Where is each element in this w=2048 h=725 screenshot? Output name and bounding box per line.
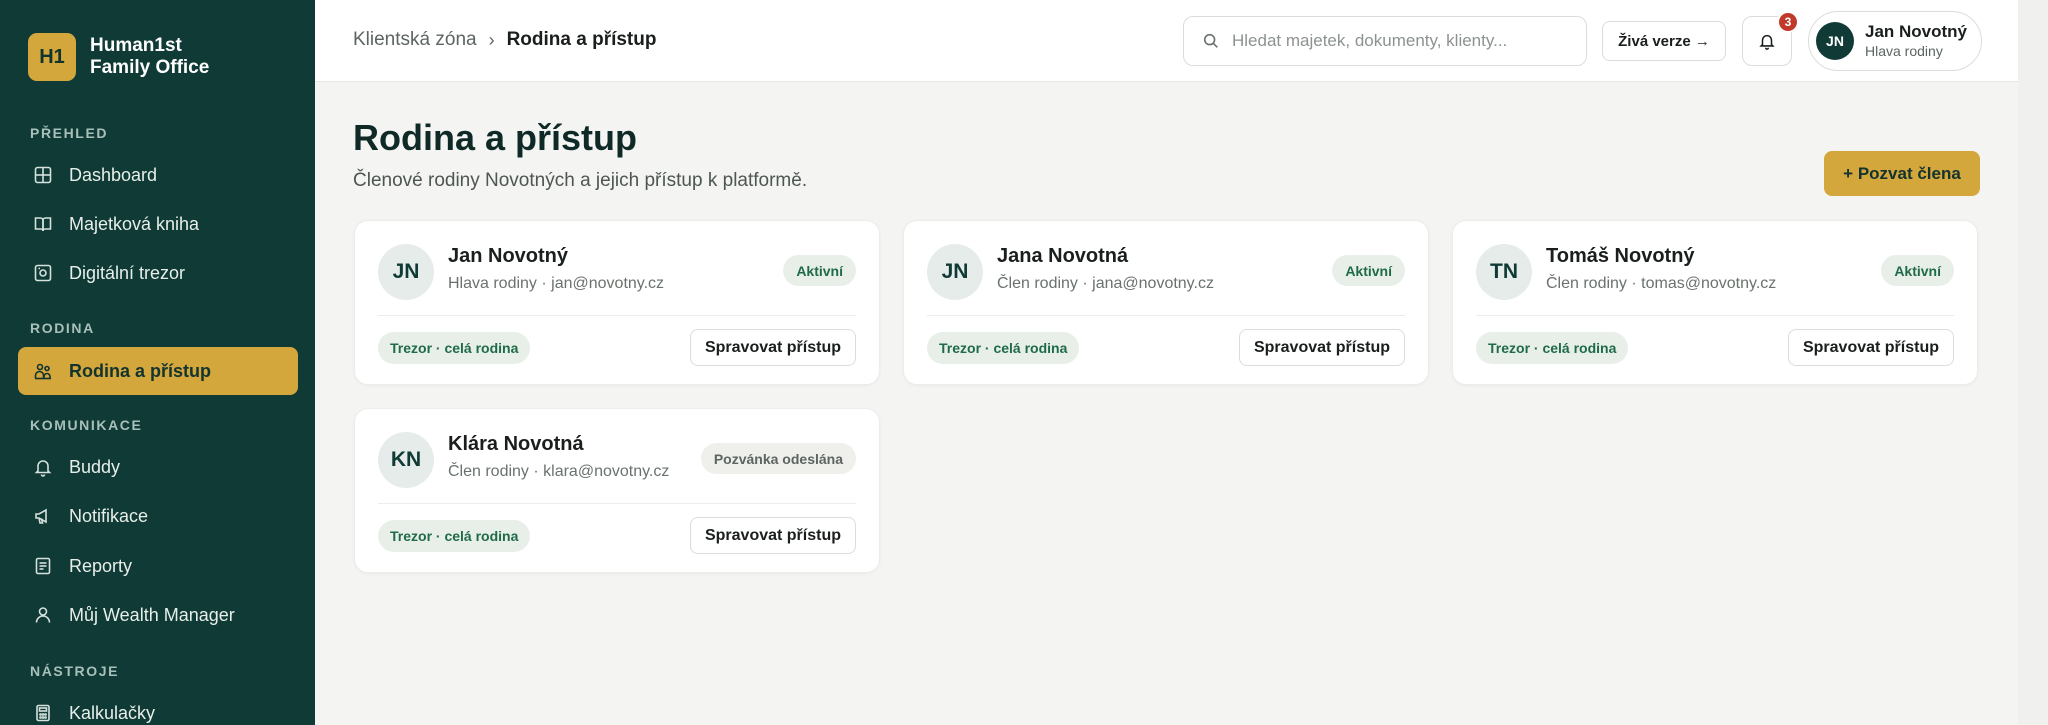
access-scope-badge: Trezor · celá rodina: [378, 520, 531, 552]
safe-icon: [32, 262, 54, 284]
sidebar-item-label: Můj Wealth Manager: [69, 604, 235, 625]
sidebar-item-label: Rodina a přístup: [69, 360, 212, 381]
book-icon: [32, 213, 54, 235]
section-komunikace: KOMUNIKACE: [30, 417, 143, 433]
sidebar-item-kalkulacky[interactable]: Kalkulačky: [18, 689, 298, 725]
sidebar-item-label: Majetková kniha: [69, 213, 200, 234]
invite-member-button[interactable]: + Pozvat člena: [1824, 151, 1980, 196]
brand[interactable]: H1 Human1st Family Office: [28, 33, 209, 81]
divider: [378, 503, 856, 504]
sidebar-item-label: Digitální trezor: [69, 262, 186, 283]
member-name: Jana Novotná: [997, 245, 1129, 267]
sidebar-item-label: Reporty: [69, 555, 133, 576]
sidebar-item-label: Kalkulačky: [69, 702, 156, 723]
divider: [927, 315, 1405, 316]
manage-access-button[interactable]: Spravovat přístup: [689, 517, 856, 554]
status-badge: Pozvánka odeslána: [700, 443, 856, 474]
member-card: KN Klára Novotná Člen rodiny · klara@nov…: [354, 408, 880, 573]
status-badge: Aktivní: [1881, 255, 1954, 286]
bell-icon: [1758, 32, 1776, 50]
bell-icon: [32, 456, 54, 478]
scrollbar-track[interactable]: [2018, 0, 2048, 725]
avatar: JN: [927, 244, 983, 300]
report-icon: [32, 555, 54, 577]
member-meta: Člen rodiny · klara@novotny.cz: [448, 463, 670, 480]
member-card: JN Jana Novotná Člen rodiny · jana@novot…: [903, 220, 1429, 385]
notification-badge: 3: [1777, 11, 1799, 33]
member-meta: Hlava rodiny · jan@novotny.cz: [448, 275, 665, 292]
sidebar: H1 Human1st Family Office PŘEHLED Dashbo…: [0, 0, 315, 725]
manage-access-button[interactable]: Spravovat přístup: [1238, 329, 1405, 366]
brand-name-line2: Family Office: [90, 57, 210, 78]
member-name: Klára Novotná: [448, 433, 584, 455]
section-rodina: RODINA: [30, 320, 95, 336]
avatar: JN: [1816, 22, 1854, 60]
sidebar-item-label: Buddy: [69, 456, 121, 477]
member-meta: Člen rodiny · jana@novotny.cz: [997, 275, 1214, 292]
access-scope-badge: Trezor · celá rodina: [378, 332, 531, 364]
member-name: Jan Novotný: [448, 245, 569, 267]
divider: [378, 315, 856, 316]
user-info: Jan Novotný Hlava rodiny: [1865, 22, 1967, 60]
sidebar-item-majetkova-kniha[interactable]: Majetková kniha: [18, 200, 298, 248]
sidebar-item-reporty[interactable]: Reporty: [18, 542, 298, 590]
breadcrumb-root[interactable]: Klientská zóna: [353, 29, 477, 51]
breadcrumb-separator: ›: [488, 29, 495, 50]
topbar: Klientská zóna › Rodina a přístup Živá v…: [315, 0, 2018, 82]
sidebar-item-label: Dashboard: [69, 164, 158, 185]
access-scope-badge: Trezor · celá rodina: [1476, 332, 1629, 364]
calculator-icon: [32, 702, 54, 724]
brand-name: Human1st Family Office: [90, 35, 209, 79]
user-icon: [32, 604, 54, 626]
member-name: Tomáš Novotný: [1546, 245, 1695, 267]
manage-access-button[interactable]: Spravovat přístup: [689, 329, 856, 366]
family-icon: [32, 360, 54, 382]
status-badge: Aktivní: [783, 255, 856, 286]
search-box[interactable]: [1183, 16, 1587, 66]
notifications-button[interactable]: 3: [1742, 11, 1799, 66]
page-title: Rodina a přístup: [353, 117, 638, 158]
member-card: JN Jan Novotný Hlava rodiny · jan@novotn…: [354, 220, 880, 385]
member-card: TN Tomáš Novotný Člen rodiny · tomas@nov…: [1452, 220, 1978, 385]
user-menu[interactable]: JN Jan Novotný Hlava rodiny: [1808, 11, 1982, 71]
member-meta: Člen rodiny · tomas@novotny.cz: [1546, 275, 1777, 292]
user-name: Jan Novotný: [1865, 22, 1968, 41]
sidebar-item-digitalni-trezor[interactable]: Digitální trezor: [18, 249, 298, 297]
breadcrumb: Klientská zóna › Rodina a přístup: [353, 29, 656, 51]
brand-name-line1: Human1st: [90, 35, 182, 56]
section-nastroje: NÁSTROJE: [30, 663, 120, 679]
dashboard-icon: [32, 164, 54, 186]
divider: [1476, 315, 1954, 316]
sidebar-item-label: Notifikace: [69, 505, 149, 526]
access-scope-badge: Trezor · celá rodina: [927, 332, 1080, 364]
sidebar-item-buddy[interactable]: Buddy: [18, 443, 298, 491]
sidebar-item-notifikace[interactable]: Notifikace: [18, 492, 298, 540]
search-input[interactable]: [1232, 31, 1572, 51]
breadcrumb-current: Rodina a přístup: [506, 29, 657, 50]
avatar: JN: [378, 244, 434, 300]
user-role: Hlava rodiny: [1865, 43, 1943, 59]
manage-access-button[interactable]: Spravovat přístup: [1787, 329, 1954, 366]
search-icon: [1202, 32, 1220, 50]
section-prehled: PŘEHLED: [30, 125, 109, 141]
live-version-button[interactable]: Živá verze →: [1602, 21, 1726, 61]
avatar: TN: [1476, 244, 1532, 300]
brand-logo: H1: [28, 33, 76, 81]
sidebar-item-dashboard[interactable]: Dashboard: [18, 151, 298, 199]
sidebar-item-rodina-a-pristup[interactable]: Rodina a přístup: [18, 347, 298, 395]
sidebar-item-muj-wealth-manager[interactable]: Můj Wealth Manager: [18, 591, 298, 639]
megaphone-icon: [32, 505, 54, 527]
status-badge: Aktivní: [1332, 255, 1405, 286]
page-subtitle: Členové rodiny Novotných a jejich přístu…: [353, 170, 808, 191]
avatar: KN: [378, 432, 434, 488]
